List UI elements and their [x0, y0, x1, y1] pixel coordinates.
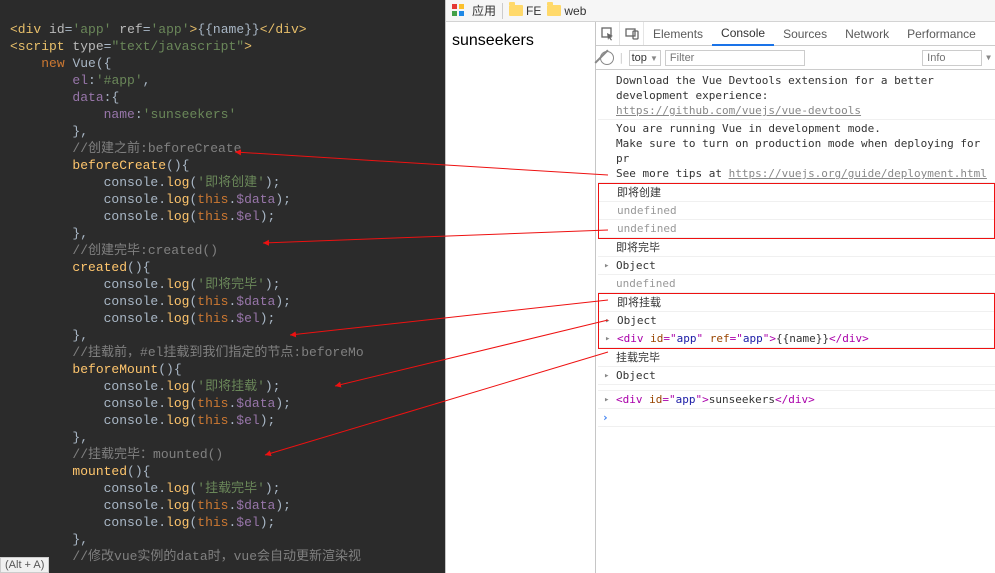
clear-console-icon[interactable]	[600, 51, 614, 65]
console-row-object[interactable]: Object	[598, 257, 995, 275]
console-row: undefined	[599, 220, 994, 238]
console-row: 即将挂载	[599, 294, 994, 312]
filter-input[interactable]	[665, 50, 805, 66]
devtools-tabs: Elements Console Sources Network Perform…	[596, 22, 995, 46]
folder-icon	[509, 5, 523, 16]
console-row: 即将完毕	[598, 239, 995, 257]
console-group-beforemount: 即将挂载 Object <div id="app" ref="app">{{na…	[598, 293, 995, 349]
tab-console[interactable]: Console	[712, 22, 774, 46]
tab-network[interactable]: Network	[836, 22, 898, 45]
bookmark-folder-web[interactable]: web	[547, 4, 586, 18]
console-row: undefined	[599, 202, 994, 220]
code-editor[interactable]: <div id='app' ref='app'>{{name}}</div> <…	[0, 0, 445, 573]
bookmarks-bar: 应用 FE web	[446, 0, 995, 22]
hotkey-badge: (Alt + A)	[0, 557, 49, 573]
console-output[interactable]: Download the Vue Devtools extension for …	[596, 70, 995, 573]
console-row-el[interactable]: <div id="app" ref="app">{{name}}</div>	[599, 330, 994, 348]
console-row-el[interactable]: <div id="app">sunseekers</div>	[598, 391, 995, 409]
page-content: sunseekers	[446, 22, 596, 573]
console-group-beforecreate: 即将创建 undefined undefined	[598, 183, 995, 239]
console-row: 挂载完毕	[598, 349, 995, 367]
tab-elements[interactable]: Elements	[644, 22, 712, 45]
console-row: undefined	[598, 275, 995, 293]
console-row: You are running Vue in development mode.…	[598, 120, 995, 183]
folder-icon	[547, 5, 561, 16]
info-input[interactable]	[922, 50, 982, 66]
tab-performance[interactable]: Performance	[898, 22, 985, 45]
context-select[interactable]: top ▼	[629, 50, 661, 66]
devtools-panel: Elements Console Sources Network Perform…	[596, 22, 995, 573]
apps-icon[interactable]	[452, 4, 466, 18]
console-toolbar: | top ▼ ▼	[596, 46, 995, 70]
devtools-link[interactable]: https://github.com/vuejs/vue-devtools	[616, 104, 861, 117]
deploy-link[interactable]: https://vuejs.org/guide/deployment.html	[729, 167, 987, 180]
console-row: 即将创建	[599, 184, 994, 202]
tab-sources[interactable]: Sources	[774, 22, 836, 45]
console-row-object[interactable]: Object	[598, 367, 995, 385]
chevron-down-icon: ▼	[986, 53, 991, 62]
console-prompt[interactable]	[598, 409, 995, 427]
bookmark-folder-fe[interactable]: FE	[509, 4, 541, 18]
console-row: Download the Vue Devtools extension for …	[598, 72, 995, 120]
device-icon[interactable]	[620, 22, 644, 45]
console-row-object[interactable]: Object	[599, 312, 994, 330]
chevron-down-icon: ▼	[650, 54, 658, 63]
apps-label[interactable]: 应用	[472, 2, 496, 19]
inspect-icon[interactable]	[596, 22, 620, 45]
